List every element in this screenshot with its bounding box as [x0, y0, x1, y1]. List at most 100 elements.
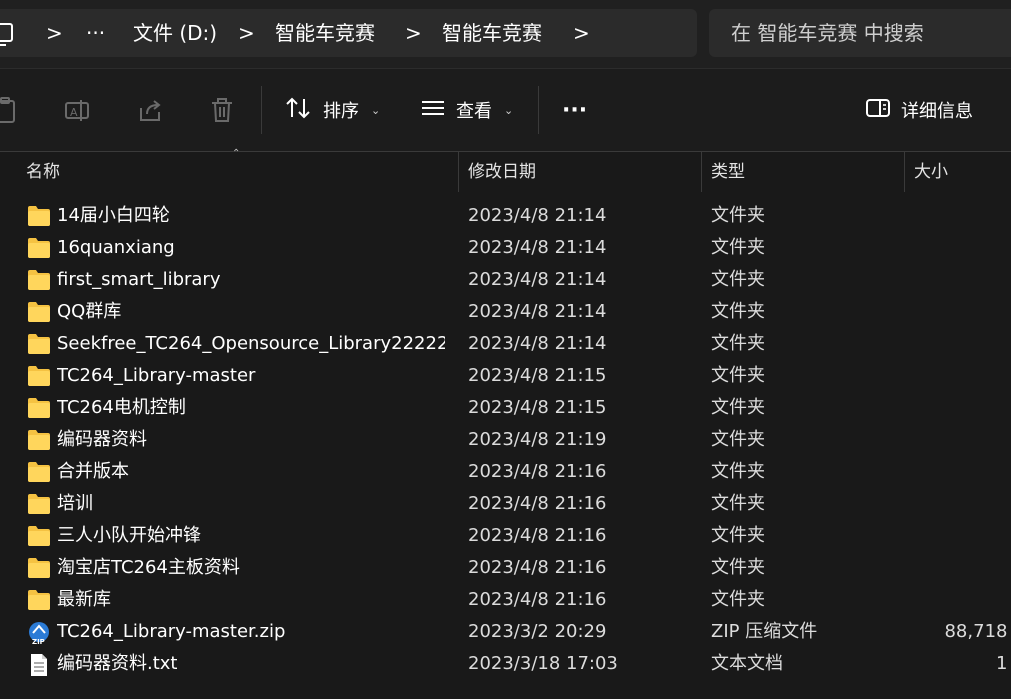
chevron-right-icon[interactable]: > — [46, 9, 63, 57]
file-size — [905, 296, 1011, 328]
list-item[interactable]: QQ群库 2023/4/8 21:14 文件夹 — [0, 296, 1011, 328]
list-item[interactable]: 16quanxiang 2023/4/8 21:14 文件夹 — [0, 232, 1011, 264]
file-date: 2023/4/8 21:16 — [468, 589, 607, 610]
file-name: first_smart_library — [57, 269, 221, 290]
file-type: 文件夹 — [711, 269, 765, 290]
file-date: 2023/4/8 21:16 — [468, 525, 607, 546]
list-item[interactable]: 合并版本 2023/4/8 21:16 文件夹 — [0, 456, 1011, 488]
file-size — [905, 392, 1011, 424]
folder-icon — [27, 301, 51, 323]
file-date: 2023/4/8 21:14 — [468, 205, 607, 226]
list-item[interactable]: ZIP TC264_Library-master.zip 2023/3/2 20… — [0, 616, 1011, 648]
toolbar-divider — [538, 86, 539, 134]
column-resize-handle[interactable] — [458, 152, 459, 192]
file-date: 2023/3/2 20:29 — [468, 621, 607, 642]
chevron-right-icon[interactable]: > — [405, 9, 422, 57]
breadcrumb-item-drive-d[interactable]: 文件 (D:) — [133, 9, 217, 57]
folder-icon — [27, 461, 51, 483]
file-size: 1 K — [996, 653, 1011, 674]
file-name: TC264电机控制 — [57, 397, 186, 418]
list-item[interactable]: 淘宝店TC264主板资料 2023/4/8 21:16 文件夹 — [0, 552, 1011, 584]
folder-icon — [27, 557, 51, 579]
zip-icon: ZIP — [27, 621, 51, 646]
command-bar: A 排序 ⌄ 查看 ⌄ ··· 详细信息 — [0, 69, 1011, 152]
this-pc-icon[interactable] — [0, 9, 16, 57]
breadcrumb[interactable]: > ··· 文件 (D:) > 智能车竞赛 > 智能车竞赛 > — [0, 9, 697, 57]
chevron-right-icon[interactable]: > — [573, 9, 590, 57]
column-header-name[interactable]: 名称 — [26, 152, 60, 192]
list-item[interactable]: TC264_Library-master 2023/4/8 21:15 文件夹 — [0, 360, 1011, 392]
file-name: 编码器资料 — [57, 429, 147, 450]
view-button[interactable]: 查看 ⌄ — [420, 89, 513, 131]
file-date: 2023/4/8 21:16 — [468, 493, 607, 514]
file-name: 合并版本 — [57, 461, 129, 482]
list-item[interactable]: 编码器资料 2023/4/8 21:19 文件夹 — [0, 424, 1011, 456]
more-options-button[interactable]: ··· — [562, 89, 587, 131]
file-type: 文件夹 — [711, 365, 765, 386]
more-options-icon: ··· — [562, 97, 588, 123]
file-type: 文件夹 — [711, 461, 765, 482]
delete-icon[interactable] — [208, 96, 236, 124]
view-list-icon — [420, 96, 446, 125]
folder-icon — [27, 429, 51, 451]
list-item[interactable]: first_smart_library 2023/4/8 21:14 文件夹 — [0, 264, 1011, 296]
list-item[interactable]: 培训 2023/4/8 21:16 文件夹 — [0, 488, 1011, 520]
list-item[interactable]: 最新库 2023/4/8 21:16 文件夹 — [0, 584, 1011, 616]
details-pane-button[interactable]: 详细信息 — [865, 89, 973, 131]
file-type: 文件夹 — [711, 205, 765, 226]
file-size — [905, 200, 1011, 232]
column-header-date[interactable]: 修改日期 — [468, 152, 536, 192]
text-file-icon — [27, 653, 51, 676]
list-item[interactable]: 三人小队开始冲锋 2023/4/8 21:16 文件夹 — [0, 520, 1011, 552]
toolbar-divider — [261, 86, 262, 134]
rename-icon[interactable]: A — [64, 96, 92, 124]
paste-icon[interactable] — [0, 96, 20, 124]
chevron-right-icon[interactable]: > — [238, 9, 255, 57]
folder-icon — [27, 333, 51, 355]
file-type: 文件夹 — [711, 525, 765, 546]
folder-icon — [27, 397, 51, 419]
folder-icon — [27, 525, 51, 547]
sort-icon — [285, 96, 313, 125]
list-item[interactable]: TC264电机控制 2023/4/8 21:15 文件夹 — [0, 392, 1011, 424]
chevron-down-icon: ⌄ — [504, 103, 514, 117]
file-size — [905, 584, 1011, 616]
file-type: 文件夹 — [711, 589, 765, 610]
file-date: 2023/4/8 21:16 — [468, 461, 607, 482]
address-bar: > ··· 文件 (D:) > 智能车竞赛 > 智能车竞赛 > 在 智能车竞赛 … — [0, 0, 1011, 69]
column-resize-handle[interactable] — [701, 152, 702, 192]
column-header-type[interactable]: 类型 — [711, 152, 745, 192]
search-input[interactable]: 在 智能车竞赛 中搜索 — [709, 9, 1011, 57]
file-size — [905, 360, 1011, 392]
file-type: 文件夹 — [711, 301, 765, 322]
file-name: 培训 — [57, 493, 93, 514]
svg-text:A: A — [70, 106, 78, 119]
file-name: 编码器资料.txt — [57, 653, 178, 674]
file-name: 16quanxiang — [57, 237, 175, 258]
breadcrumb-item-current-folder[interactable]: 智能车竞赛 — [442, 9, 542, 57]
sort-button[interactable]: 排序 ⌄ — [285, 89, 380, 131]
file-size: 88,718 K — [944, 621, 1011, 642]
file-date: 2023/4/8 21:15 — [468, 397, 607, 418]
file-size — [905, 232, 1011, 264]
file-date: 2023/4/8 21:19 — [468, 429, 607, 450]
list-item[interactable]: 14届小白四轮 2023/4/8 21:14 文件夹 — [0, 200, 1011, 232]
file-date: 2023/4/8 21:14 — [468, 301, 607, 322]
breadcrumb-item-folder[interactable]: 智能车竞赛 — [275, 9, 375, 57]
file-size — [905, 552, 1011, 584]
column-resize-handle[interactable] — [904, 152, 905, 192]
file-type: 文件夹 — [711, 493, 765, 514]
file-name: 14届小白四轮 — [57, 205, 170, 226]
file-type: 文件夹 — [711, 333, 765, 354]
file-date: 2023/4/8 21:16 — [468, 557, 607, 578]
column-header: ⌃ 名称 修改日期 类型 大小 — [0, 148, 1011, 192]
list-item[interactable]: Seekfree_TC264_Opensource_Library22222..… — [0, 328, 1011, 360]
file-size — [905, 520, 1011, 552]
list-item[interactable]: 编码器资料.txt 2023/3/18 17:03 文本文档 1 K — [0, 648, 1011, 680]
sort-label: 排序 — [323, 101, 359, 122]
breadcrumb-more-button[interactable]: ··· — [86, 9, 105, 57]
folder-icon — [27, 269, 51, 291]
file-size — [905, 488, 1011, 520]
share-icon[interactable] — [136, 96, 164, 124]
column-header-size[interactable]: 大小 — [914, 152, 948, 192]
